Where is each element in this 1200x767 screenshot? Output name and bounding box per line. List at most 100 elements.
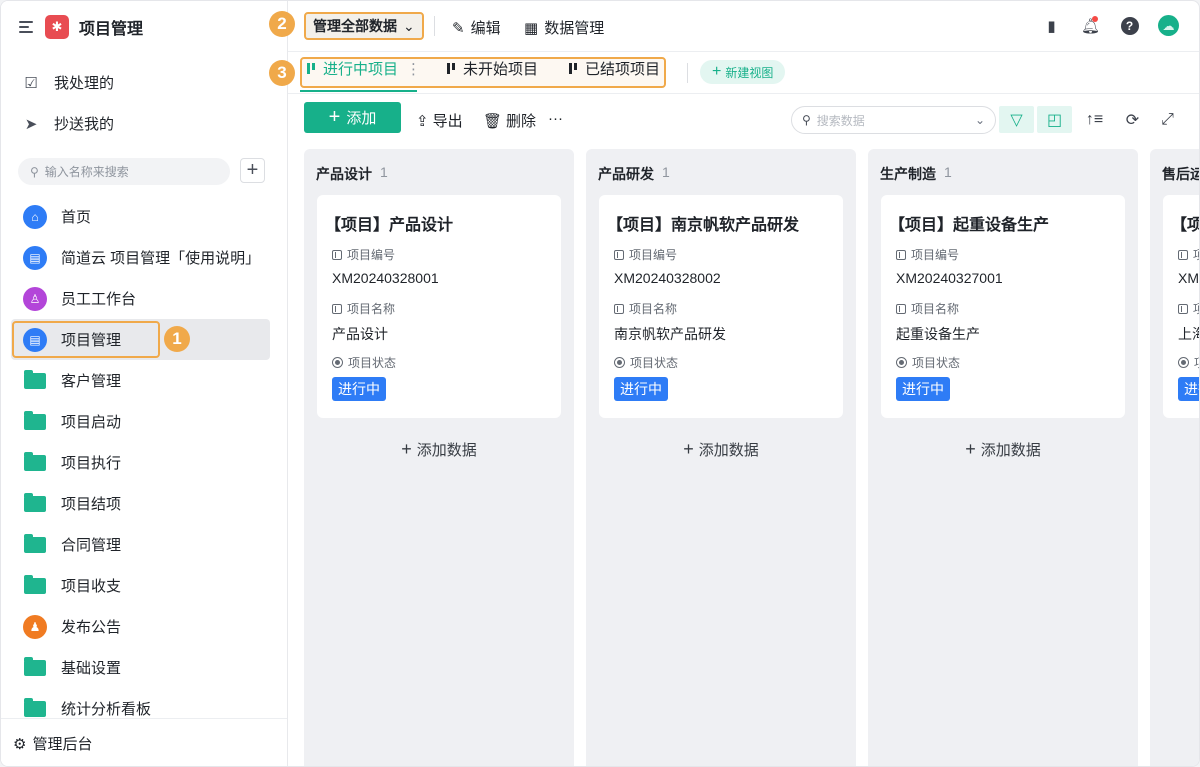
new-view-button[interactable]: + 新建视图: [700, 60, 786, 84]
active-tab-indicator: [300, 90, 417, 92]
sort-button[interactable]: ↑≡: [1077, 106, 1112, 133]
nav-label: 员工工作台: [61, 291, 137, 308]
chevron-down-icon: ⌄: [974, 113, 985, 127]
record-card[interactable]: 【项 项目编号 XM2 项目名称 上海 项目状态 进行中: [1163, 195, 1199, 418]
field-label: 项目编号: [332, 246, 395, 263]
sidebar: ✱ 项目管理 ☑ 我处理的 ➤ 抄送我的 ⚲ 输入名称来搜索 + ⌂ 首页 ▤ 简道…: [1, 1, 288, 766]
project-code: XM2: [1178, 270, 1199, 286]
field-label-text: 项目名称: [911, 302, 960, 316]
avatar[interactable]: ☁: [1158, 15, 1179, 36]
card-title: 【项目】南京帆软产品研发: [607, 217, 800, 234]
sidebar-item-contracts[interactable]: 合同管理: [11, 524, 270, 565]
project-code: XM20240328002: [614, 270, 721, 286]
record-card[interactable]: 【项目】起重设备生产 项目编号 XM20240327001 项目名称 起重设备生…: [881, 195, 1125, 418]
field-label: 项目状态: [614, 354, 678, 371]
new-view-label: 新建视图: [725, 65, 774, 80]
tab-closed[interactable]: 已结项项目: [569, 58, 660, 79]
edit-button[interactable]: ✎ 编辑: [452, 17, 501, 38]
add-data-button[interactable]: + 添加数据: [586, 439, 856, 460]
nav-label: 项目执行: [61, 455, 122, 472]
plus-icon: +: [712, 63, 722, 80]
tab-label: 进行中项目: [323, 61, 399, 78]
refresh-icon: ⟳: [1125, 111, 1140, 129]
search-data-input[interactable]: ⚲ 搜索数据 ⌄: [791, 106, 996, 134]
display-fields-button[interactable]: ◰: [1037, 106, 1072, 133]
column-header: 生产制造 1: [880, 164, 952, 184]
kanban-column: 产品研发 1 【项目】南京帆软产品研发 项目编号 XM20240328002 项目…: [586, 149, 856, 766]
add-data-button[interactable]: + 添加数据: [304, 439, 574, 460]
data-scope-dropdown[interactable]: 管理全部数据 ⌄: [304, 12, 424, 40]
toolbar: + 添加 ⇪ 导出 🗑︎ 删除 ··· ⚲ 搜索数据 ⌄ ▽ ◰ ↑≡ ⟳ ⤢: [304, 101, 1199, 134]
quick-item-todo[interactable]: ☑ 我处理的: [23, 72, 114, 93]
help-icon[interactable]: ?: [1119, 15, 1140, 36]
radio-field-icon: [1178, 357, 1189, 368]
sidebar-item-project-management[interactable]: ▤ 项目管理 1: [11, 319, 270, 360]
add-button[interactable]: + 添加: [304, 102, 401, 133]
gear-icon: ⚙: [13, 735, 27, 753]
more-icon: ···: [548, 110, 563, 127]
sidebar-search-input[interactable]: ⚲ 输入名称来搜索: [18, 158, 230, 185]
fullscreen-button[interactable]: ⤢: [1150, 106, 1185, 133]
bell-icon[interactable]: 🔔︎: [1080, 15, 1101, 36]
sidebar-item-execute[interactable]: 项目执行: [11, 442, 270, 483]
tab-in-progress[interactable]: 进行中项目 ⋮: [307, 58, 421, 79]
sort-icon: ↑≡: [1085, 110, 1104, 128]
nav-label: 合同管理: [61, 537, 122, 554]
nav-label: 统计分析看板: [61, 701, 152, 718]
admin-console-link[interactable]: ⚙ 管理后台: [1, 718, 287, 766]
add-app-button[interactable]: +: [240, 158, 265, 183]
tab-label: 未开始项目: [463, 61, 539, 78]
quick-item-cc[interactable]: ➤ 抄送我的: [23, 113, 114, 134]
add-data-button[interactable]: + 添加数据: [868, 439, 1138, 460]
export-button[interactable]: ⇪ 导出: [416, 110, 463, 131]
divider: [687, 63, 688, 83]
add-data-button[interactable]: + 添加数据: [1150, 439, 1199, 460]
tab-not-started[interactable]: 未开始项目: [447, 58, 538, 79]
sidebar-item-customers[interactable]: 客户管理: [11, 360, 270, 401]
sidebar-item-workbench[interactable]: ♙ 员工工作台: [11, 278, 270, 319]
column-title: 产品研发: [598, 166, 654, 182]
data-manage-button[interactable]: ▦ 数据管理: [524, 17, 604, 38]
nav-label: 项目启动: [61, 414, 122, 431]
notebook-icon[interactable]: ▮: [1041, 15, 1062, 36]
folder-icon: [24, 656, 46, 676]
delete-label: 删除: [506, 113, 537, 130]
upload-icon: ⇪: [416, 112, 429, 130]
project-code: XM20240327001: [896, 270, 1003, 286]
send-icon: ➤: [24, 115, 38, 133]
record-card[interactable]: 【项目】南京帆软产品研发 项目编号 XM20240328002 项目名称 南京帆…: [599, 195, 843, 418]
sidebar-item-home[interactable]: ⌂ 首页: [11, 196, 270, 237]
sidebar-item-guide[interactable]: ▤ 简道云 项目管理「使用说明」: [11, 237, 270, 278]
more-button[interactable]: ···: [548, 110, 563, 127]
menu-toggle-icon[interactable]: [19, 21, 35, 33]
text-field-icon: [1178, 303, 1188, 314]
sidebar-item-settings[interactable]: 基础设置: [11, 647, 270, 688]
status-badge: 进行中: [896, 377, 950, 401]
field-label-text: 项目名称: [629, 302, 678, 316]
scope-label: 管理全部数据: [313, 18, 397, 34]
field-label-text: 项目名称: [347, 302, 396, 316]
sidebar-item-close[interactable]: 项目结项: [11, 483, 270, 524]
annotation-badge-1: 1: [164, 326, 190, 352]
search-icon: ⚲: [30, 164, 39, 179]
sidebar-item-start[interactable]: 项目启动: [11, 401, 270, 442]
project-name: 上海: [1178, 326, 1199, 342]
text-field-icon: [896, 303, 906, 314]
folder-icon: [24, 574, 46, 594]
plus-icon: +: [328, 106, 341, 128]
field-label: 项目状态: [896, 354, 960, 371]
filter-button[interactable]: ▽: [999, 106, 1034, 133]
sidebar-item-announcements[interactable]: ♟ 发布公告: [11, 606, 270, 647]
field-label: 项目编号: [614, 246, 677, 263]
delete-button[interactable]: 🗑︎ 删除: [483, 110, 536, 131]
plus-icon: +: [683, 439, 699, 459]
admin-label: 管理后台: [32, 736, 93, 753]
field-label-text: 项目名称: [1193, 300, 1199, 317]
eye-card-icon: ◰: [1046, 111, 1063, 129]
nav-label: 首页: [61, 209, 92, 226]
more-vertical-icon[interactable]: ⋮: [406, 60, 421, 78]
sidebar-item-finance[interactable]: 项目收支: [11, 565, 270, 606]
record-card[interactable]: 【项目】产品设计 项目编号 XM20240328001 项目名称 产品设计 项目…: [317, 195, 561, 418]
refresh-button[interactable]: ⟳: [1115, 106, 1150, 133]
main-area: 2 管理全部数据 ⌄ ✎ 编辑 ▦ 数据管理 ▮ 🔔︎ ? ☁ 3 进行中项目 ⋮ 未开…: [269, 1, 1199, 766]
